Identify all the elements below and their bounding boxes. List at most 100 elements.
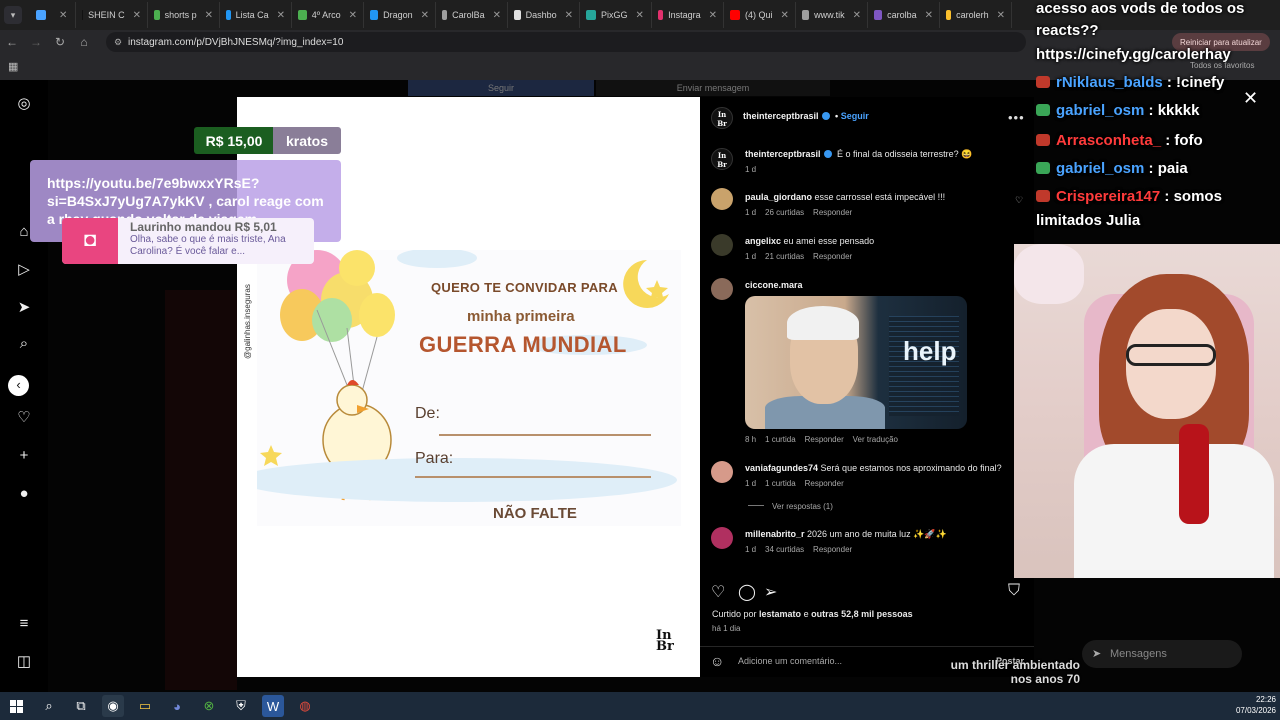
comment-likes[interactable]: 26 curtidas: [765, 208, 804, 217]
browser-tab[interactable]: carolba ✕: [868, 2, 940, 28]
like-heart-icon[interactable]: ♡: [711, 582, 725, 602]
tab-favicon-icon: [874, 10, 883, 20]
back-icon[interactable]: ←: [0, 35, 24, 49]
comment-user[interactable]: millenabrito_r: [745, 529, 805, 539]
comment-likes[interactable]: 34 curtidas: [765, 545, 804, 554]
browser-tab[interactable]: shorts p ✕: [148, 2, 220, 28]
comment-user[interactable]: ciccone.mara: [745, 280, 803, 290]
tab-close-icon[interactable]: ✕: [277, 10, 285, 21]
comment-avatar[interactable]: [711, 461, 733, 483]
apps-grid-icon[interactable]: ▦: [8, 60, 18, 73]
browser-tab[interactable]: Dragon ✕: [364, 2, 436, 28]
tab-close-icon[interactable]: ✕: [349, 10, 357, 21]
follow-button[interactable]: Seguir: [841, 111, 869, 121]
caption-author[interactable]: theinterceptbrasil: [745, 149, 821, 159]
tab-close-icon[interactable]: ✕: [205, 10, 213, 21]
previous-image-button[interactable]: ‹: [8, 375, 29, 396]
comment-avatar[interactable]: [711, 278, 733, 300]
reply-button[interactable]: Responder: [805, 479, 844, 488]
messages-button[interactable]: ➤ Mensagens: [1082, 640, 1242, 668]
search-icon[interactable]: ⌕: [38, 695, 60, 717]
comment-user[interactable]: angelixc: [745, 236, 781, 246]
view-replies-label[interactable]: Ver respostas (1): [772, 502, 833, 511]
browser-tab[interactable]: CarolBa ✕: [436, 2, 508, 28]
comment-likes[interactable]: 1 curtida: [765, 479, 796, 488]
profile-avatar-icon[interactable]: ●: [14, 484, 34, 504]
site-info-icon[interactable]: ⚙: [114, 37, 122, 48]
reply-button[interactable]: Responder: [813, 208, 852, 217]
browser-tab[interactable]: 4º Arco ✕: [292, 2, 364, 28]
tab-close-icon[interactable]: ✕: [853, 10, 861, 21]
tab-close-icon[interactable]: ✕: [59, 10, 67, 21]
reply-button[interactable]: Responder: [813, 252, 852, 261]
discord-icon[interactable]: ◕: [166, 695, 188, 717]
comment-user[interactable]: vaniafagundes74: [745, 463, 818, 473]
liked-by-user[interactable]: lestamato: [759, 609, 801, 619]
create-plus-icon[interactable]: +: [14, 446, 34, 466]
reload-icon[interactable]: ↻: [48, 35, 72, 49]
save-bookmark-icon[interactable]: ⛉: [1008, 582, 1020, 600]
comment-meta: 8 h 1 curtida Responder Ver tradução: [745, 435, 898, 444]
tab-close-icon[interactable]: ✕: [997, 10, 1005, 21]
file-explorer-icon[interactable]: ▭: [134, 695, 156, 717]
browser-tab[interactable]: Lista Ca ✕: [220, 2, 292, 28]
instagram-logo-icon[interactable]: ◎: [14, 94, 34, 114]
comment-likes[interactable]: 21 curtidas: [765, 252, 804, 261]
post-author-avatar[interactable]: In Br: [711, 107, 733, 129]
like-comment-icon[interactable]: ♡: [1015, 195, 1023, 206]
chrome-icon[interactable]: ◉: [102, 695, 124, 717]
system-clock[interactable]: 22:26 07/03/2026: [1228, 694, 1276, 716]
word-icon[interactable]: W: [262, 695, 284, 717]
more-options-icon[interactable]: •••: [1008, 110, 1025, 125]
notifications-heart-icon[interactable]: ♡: [14, 408, 34, 428]
forward-icon[interactable]: →: [24, 35, 48, 49]
browser-tab[interactable]: ✕: [30, 2, 76, 28]
menu-icon[interactable]: ≡: [14, 614, 34, 634]
tab-close-icon[interactable]: ✕: [133, 10, 141, 21]
send-icon[interactable]: ➤: [14, 298, 34, 318]
liked-by-others[interactable]: outras 52,8 mil pessoas: [811, 609, 913, 619]
obs-record-icon[interactable]: ◍: [294, 695, 316, 717]
reels-icon[interactable]: ▷: [14, 260, 34, 280]
tab-search-icon[interactable]: ▾: [4, 6, 22, 24]
share-send-icon[interactable]: ➢: [764, 582, 777, 602]
caption-author-avatar[interactable]: In Br: [711, 148, 733, 170]
browser-tab[interactable]: carolerh ✕: [940, 2, 1012, 28]
browser-tab[interactable]: Instagra ✕: [652, 2, 724, 28]
browser-tab[interactable]: (4) Qui ✕: [724, 2, 796, 28]
browser-tab[interactable]: SHEIN C ✕: [76, 2, 148, 28]
emoji-icon[interactable]: ☺: [710, 653, 724, 669]
search-icon[interactable]: ⌕: [14, 334, 34, 354]
tab-close-icon[interactable]: ✕: [709, 10, 717, 21]
translate-button[interactable]: Ver tradução: [853, 435, 898, 444]
comment-input[interactable]: Adicione um comentário...: [738, 656, 842, 666]
comment-avatar[interactable]: [711, 527, 733, 549]
close-modal-icon[interactable]: ✕: [1243, 88, 1258, 109]
tab-close-icon[interactable]: ✕: [493, 10, 501, 21]
address-bar[interactable]: ⚙ instagram.com/p/DVjBhJNESMq/?img_index…: [106, 32, 1026, 52]
comment-avatar[interactable]: [711, 188, 733, 210]
browser-tab[interactable]: www.tik ✕: [796, 2, 868, 28]
comment-avatar[interactable]: [711, 234, 733, 256]
reply-button[interactable]: Responder: [813, 545, 852, 554]
tab-close-icon[interactable]: ✕: [421, 10, 429, 21]
reply-button[interactable]: Responder: [805, 435, 844, 444]
meta-apps-icon[interactable]: ◫: [14, 652, 34, 672]
browser-tab[interactable]: Dashbo ✕: [508, 2, 580, 28]
post-author-name[interactable]: theinterceptbrasil: [743, 111, 819, 121]
windows-start-icon[interactable]: [10, 699, 23, 713]
tab-close-icon[interactable]: ✕: [565, 10, 573, 21]
tab-close-icon[interactable]: ✕: [925, 10, 933, 21]
xbox-icon[interactable]: ⊗: [198, 695, 220, 717]
browser-tab[interactable]: PixGG ✕: [580, 2, 652, 28]
task-view-icon[interactable]: ⧉: [70, 695, 92, 717]
comment-user[interactable]: paula_giordano: [745, 192, 812, 202]
tab-close-icon[interactable]: ✕: [781, 10, 789, 21]
comment-meme-image[interactable]: help: [745, 296, 967, 429]
view-replies-button[interactable]: Ver respostas (1): [748, 502, 833, 511]
tab-close-icon[interactable]: ✕: [636, 10, 644, 21]
comment-likes[interactable]: 1 curtida: [765, 435, 796, 444]
security-shield-icon[interactable]: ⛨: [230, 695, 252, 717]
comment-bubble-icon[interactable]: ◯: [738, 582, 756, 602]
home-icon[interactable]: ⌂: [72, 35, 96, 49]
